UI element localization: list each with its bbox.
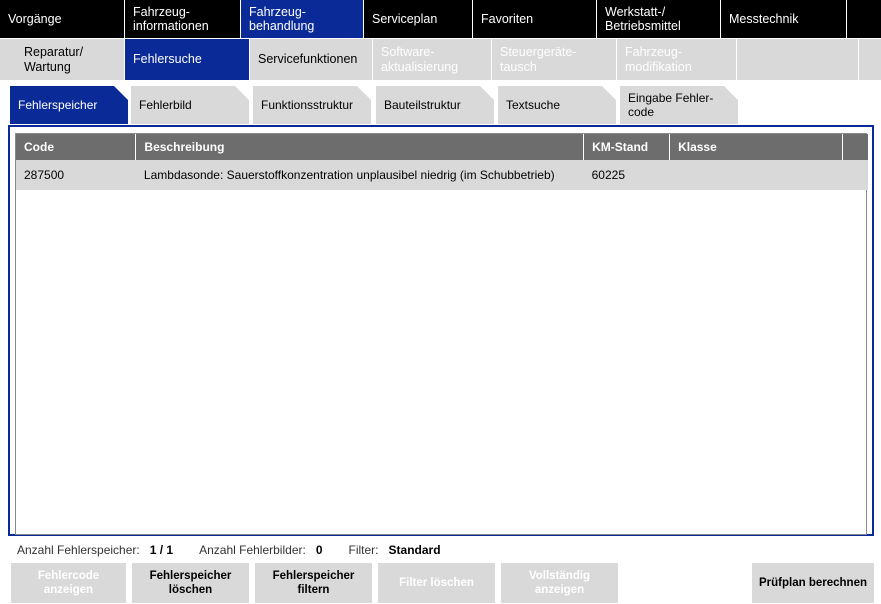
count-value: 1 / 1 bbox=[149, 543, 174, 557]
tab-funktionsstruktur[interactable]: Funktionsstruktur bbox=[253, 86, 371, 124]
fault-summary: Anzahl Fehlerspeicher: 1 / 1 Anzahl Fehl… bbox=[17, 543, 441, 557]
column-header-code[interactable]: Code bbox=[16, 134, 137, 160]
sub-navigation: Reparatur/ Wartung Fehlersuche Servicefu… bbox=[0, 39, 881, 80]
table-row[interactable]: 287500 Lambdasonde: Sauerstoffkonzentrat… bbox=[16, 160, 843, 190]
cell-description: Lambdasonde: Sauerstoffkonzentration unp… bbox=[135, 160, 584, 190]
images-label: Anzahl Fehlerbilder: bbox=[199, 543, 306, 557]
column-header-end bbox=[843, 134, 868, 160]
subnav-empty bbox=[737, 39, 859, 80]
nav-filler bbox=[847, 0, 881, 38]
nav-messtechnik[interactable]: Messtechnik bbox=[721, 0, 847, 38]
cell-code: 287500 bbox=[16, 160, 136, 190]
column-header-beschreibung[interactable]: Beschreibung bbox=[135, 134, 585, 160]
fault-memory-table: Code Beschreibung KM-Stand Klasse 287500… bbox=[16, 134, 843, 190]
nav-fahrzeugbehandlung[interactable]: Fahrzeug- behandlung bbox=[241, 0, 364, 38]
calculate-test-plan-button[interactable]: Prüfplan berechnen bbox=[752, 563, 874, 603]
subnav-empty-end bbox=[859, 39, 881, 80]
column-header-klasse[interactable]: Klasse bbox=[669, 134, 843, 160]
subnav-softwareaktualisierung: Software- aktualisierung bbox=[373, 39, 492, 80]
tab-bauteilstruktur[interactable]: Bauteilstruktur bbox=[376, 86, 494, 124]
main-navigation: Vorgänge Fahrzeug- informationen Fahrzeu… bbox=[0, 0, 881, 38]
nav-werkstatt-betriebsmittel[interactable]: Werkstatt-/ Betriebsmittel bbox=[597, 0, 721, 38]
nav-fahrzeuginformationen[interactable]: Fahrzeug- informationen bbox=[125, 0, 241, 38]
tab-fehlerspeicher[interactable]: Fehlerspeicher bbox=[10, 86, 128, 124]
clear-filter-button: Filter löschen bbox=[378, 563, 495, 603]
count-label: Anzahl Fehlerspeicher: bbox=[17, 543, 140, 557]
nav-serviceplan[interactable]: Serviceplan bbox=[364, 0, 473, 38]
filter-fault-memory-button[interactable]: Fehlerspeicher filtern bbox=[255, 563, 372, 603]
show-complete-button: Vollständig anzeigen bbox=[501, 563, 618, 603]
table-header-row: Code Beschreibung KM-Stand Klasse bbox=[16, 134, 843, 160]
subnav-reparatur-wartung[interactable]: Reparatur/ Wartung bbox=[0, 39, 125, 80]
show-fault-code-button: Fehlercode anzeigen bbox=[11, 563, 126, 603]
cell-klasse bbox=[669, 160, 843, 190]
delete-fault-memory-button[interactable]: Fehlerspeicher löschen bbox=[132, 563, 249, 603]
row-end-cell bbox=[843, 160, 868, 190]
cell-km-stand: 60225 bbox=[583, 160, 670, 190]
subnav-fahrzeugmodifikation: Fahrzeug- modifikation bbox=[617, 39, 737, 80]
subnav-steuergeraetetausch: Steuergeräte- tausch bbox=[492, 39, 617, 80]
filter-value: Standard bbox=[388, 543, 441, 557]
nav-vorgaenge[interactable]: Vorgänge bbox=[0, 0, 125, 38]
content-frame: Code Beschreibung KM-Stand Klasse 287500… bbox=[8, 125, 874, 536]
tab-fehlerbild[interactable]: Fehlerbild bbox=[131, 86, 249, 124]
tab-textsuche[interactable]: Textsuche bbox=[498, 86, 616, 124]
images-value: 0 bbox=[315, 543, 323, 557]
tab-eingabe-fehlercode[interactable]: Eingabe Fehler- code bbox=[620, 86, 738, 124]
tab-bar: Fehlerspeicher Fehlerbild Funktionsstruk… bbox=[0, 82, 881, 126]
subnav-servicefunktionen[interactable]: Servicefunktionen bbox=[250, 39, 373, 80]
column-header-km-stand[interactable]: KM-Stand bbox=[583, 134, 671, 160]
subnav-fehlersuche[interactable]: Fehlersuche bbox=[125, 39, 250, 80]
nav-favoriten[interactable]: Favoriten bbox=[473, 0, 597, 38]
filter-label: Filter: bbox=[348, 543, 379, 557]
fault-table-panel: Code Beschreibung KM-Stand Klasse 287500… bbox=[15, 133, 868, 535]
